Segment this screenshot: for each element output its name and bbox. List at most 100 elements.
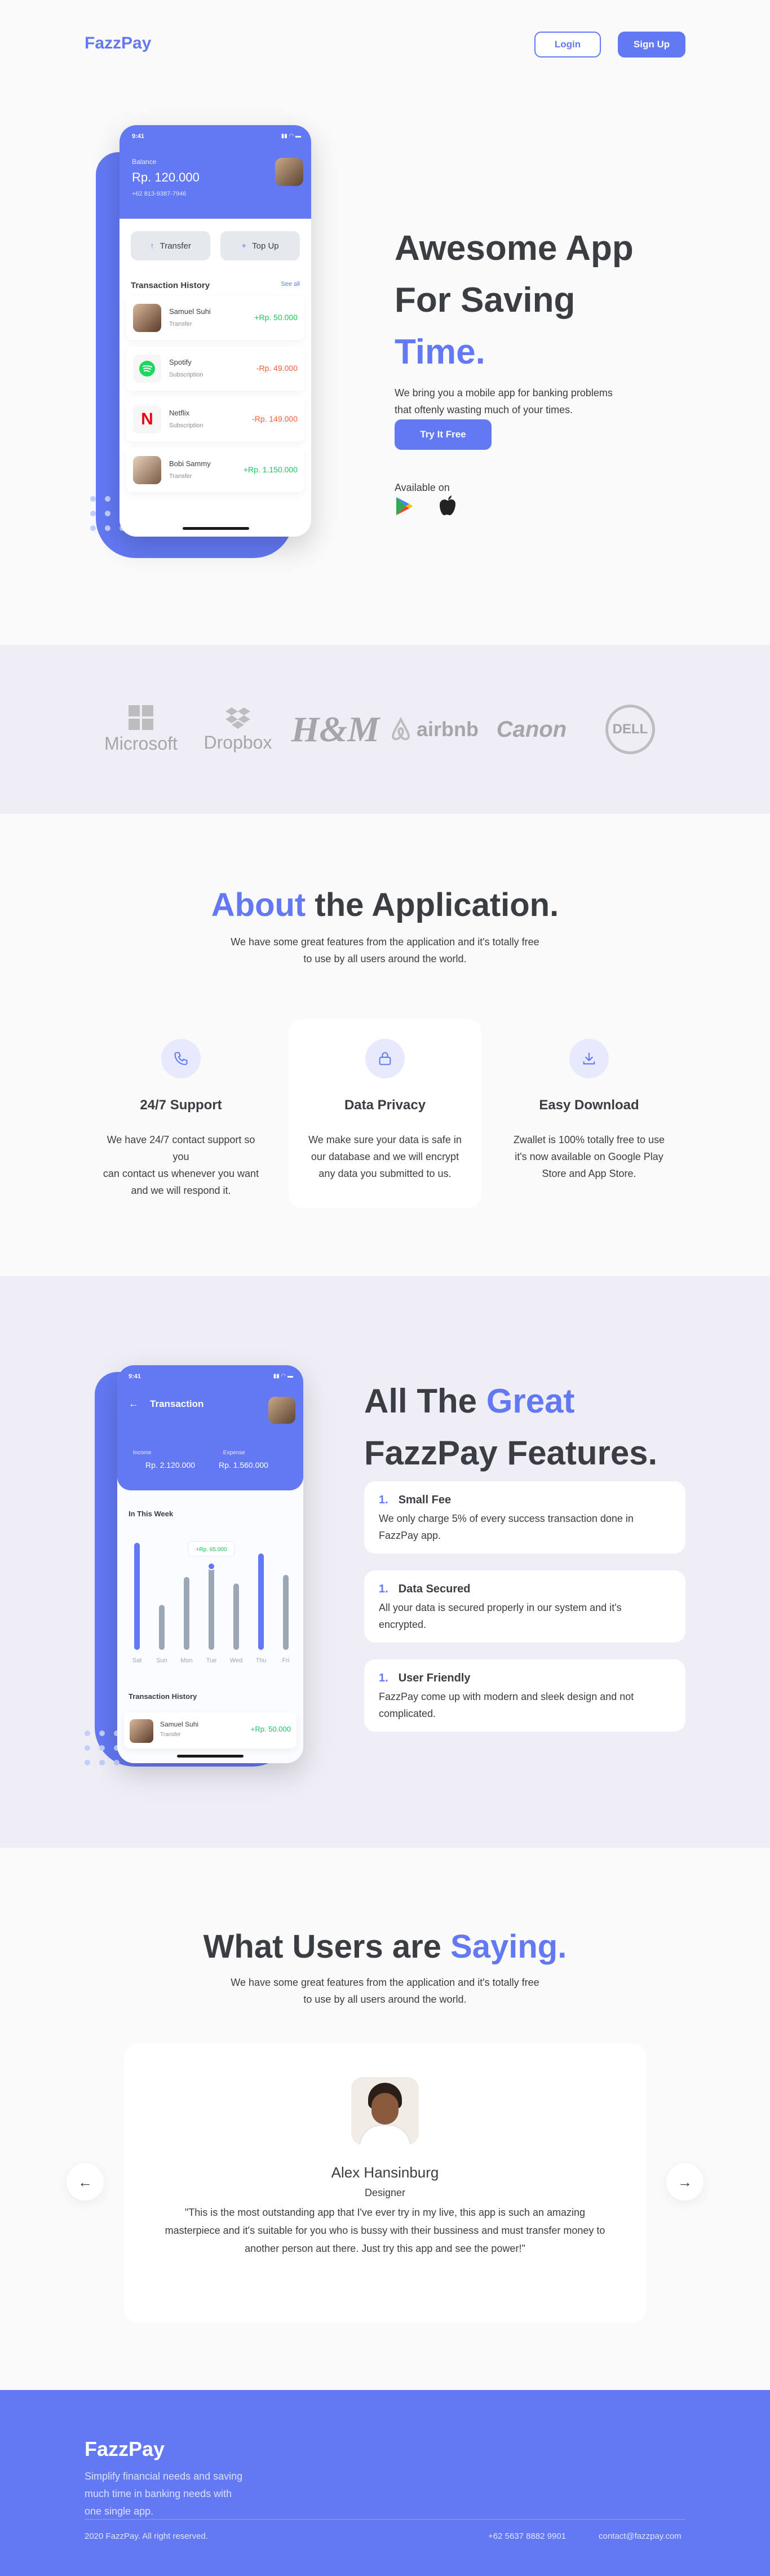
airbnb-logo: airbnb xyxy=(389,645,479,814)
about-title: About the Application. xyxy=(211,887,559,923)
signup-button[interactable]: Sign Up xyxy=(618,32,685,57)
history-title: Transaction History xyxy=(129,1692,197,1701)
back-arrow-icon[interactable]: ← xyxy=(129,1398,139,1410)
transaction-list: Samuel Suhi Transfer +Rp. 50.000 Spotify Sub… xyxy=(120,296,311,492)
week-label: In This Week xyxy=(129,1510,174,1518)
testimonial-card: Alex Hansinburg Designer "This is the mo… xyxy=(124,2043,646,2322)
feature-card-privacy: Data Privacy We make sure your data is s… xyxy=(289,1019,481,1208)
spotify-icon xyxy=(133,355,161,383)
avatar xyxy=(133,304,161,332)
decorative-dots xyxy=(85,1730,120,1765)
topup-button[interactable]: + Top Up xyxy=(220,231,300,260)
quick-actions: ↑ Transfer + Top Up xyxy=(120,219,311,260)
transfer-label: Transfer xyxy=(160,241,191,251)
tx-type: Transfer xyxy=(169,473,192,480)
hero-description: We bring you a mobile app for banking pr… xyxy=(395,387,613,415)
chart-bar[interactable] xyxy=(258,1553,264,1650)
google-play-icon[interactable] xyxy=(395,496,415,516)
transfer-button[interactable]: ↑ Transfer xyxy=(131,231,210,260)
chart-tick-label: Mon xyxy=(180,1657,192,1664)
chart-bar[interactable] xyxy=(233,1583,239,1650)
chart-bar[interactable] xyxy=(283,1575,289,1650)
footer-tagline: Simplify financial needs and saving much… xyxy=(85,2471,243,2517)
home-indicator xyxy=(183,527,249,530)
feature-title: Easy Download xyxy=(539,1097,639,1113)
feature-desc: We only charge 5% of every success trans… xyxy=(379,1513,634,1541)
transaction-item[interactable]: Samuel Suhi Transfer +Rp. 50.000 xyxy=(126,296,304,340)
tx-name: Samuel Suhi xyxy=(169,307,211,316)
lock-icon xyxy=(365,1039,405,1078)
transaction-item[interactable]: Spotify Subscription -Rp. 49.000 xyxy=(126,347,304,391)
chart-bar[interactable] xyxy=(134,1543,140,1650)
expense-amount: Rp. 1.560.000 xyxy=(219,1460,268,1470)
balance-label: Balance xyxy=(132,158,157,166)
hero-phone-mockup: 9:41 ▮▮ ◠ ▬ Balance Rp. 120.000 +62 813-… xyxy=(85,118,321,569)
chart-tick-label: Fri xyxy=(282,1657,290,1664)
arrow-down-icon: ↓ xyxy=(129,1450,131,1456)
tx-name: Netflix xyxy=(169,409,190,417)
arrow-up-icon: ↑ xyxy=(219,1450,222,1456)
chart-tick-label: Sat xyxy=(132,1657,142,1664)
phone-number: +62 813-9387-7946 xyxy=(132,191,187,197)
features-title: All The Great FazzPay Features. xyxy=(364,1382,658,1472)
footer-phone[interactable]: +62 5637 8882 9901 xyxy=(488,2531,566,2541)
tx-type: Transfer xyxy=(169,321,192,327)
hero-title-line1: Awesome App xyxy=(395,229,634,268)
feature-desc: Zwallet is 100% totally free to use it's… xyxy=(513,1134,665,1179)
weekly-bar-chart: Sat Sun Mon Tue +Rp. 65.000 Wed Thu Fri xyxy=(132,1541,290,1664)
tx-name: Bobi Sammy xyxy=(169,459,211,468)
testimonial-avatar xyxy=(351,2077,419,2145)
feature-desc: FazzPay come up with modern and sleek de… xyxy=(379,1691,634,1719)
tx-amount: -Rp. 49.000 xyxy=(256,364,298,373)
see-all-link[interactable]: See all xyxy=(281,281,300,290)
hero-title-accent: Time. xyxy=(395,333,485,371)
header-title: Transaction xyxy=(150,1398,204,1409)
chart-tick-label: Wed xyxy=(230,1657,242,1664)
feature-title: Small Fee xyxy=(398,1494,452,1506)
feature-title: User Friendly xyxy=(398,1672,471,1684)
testimonials-title: What Users are Saying. xyxy=(203,1928,567,1965)
transaction-item[interactable]: Samuel Suhi Transfer +Rp. 50.000 xyxy=(124,1712,297,1749)
feature-item-user-friendly: 1. User Friendly FazzPay come up with mod… xyxy=(364,1659,685,1732)
feature-desc: All your data is secured properly in our… xyxy=(379,1602,622,1630)
chart-bar[interactable] xyxy=(184,1577,189,1650)
hero-title-line2: For Saving xyxy=(395,281,576,320)
chart-bar[interactable] xyxy=(209,1566,214,1650)
apple-icon[interactable] xyxy=(439,495,459,516)
tx-amount: +Rp. 1.150.000 xyxy=(243,465,298,474)
avatar[interactable] xyxy=(275,158,303,186)
next-arrow-button[interactable]: → xyxy=(666,2163,703,2201)
chart-bar[interactable] xyxy=(159,1605,165,1650)
feature-item-data-secured: 1. Data Secured All your data is secured … xyxy=(364,1570,685,1643)
chart-highlight-dot xyxy=(207,1562,215,1570)
testimonial-role: Designer xyxy=(364,2187,406,2198)
logo[interactable]: FazzPay xyxy=(85,34,151,53)
dropbox-icon xyxy=(225,707,250,729)
transaction-item[interactable]: N Netflix Subscription -Rp. 149.000 xyxy=(126,397,304,441)
tx-name: Samuel Suhi xyxy=(160,1720,199,1728)
try-free-button[interactable]: Try It Free xyxy=(395,419,492,450)
available-on-label: Available on xyxy=(395,482,450,493)
feature-phone-mockup: 9:41 ▮▮ ◠ ▬ ← Transaction ↓ Income Rp. 2… xyxy=(79,1358,316,1798)
dell-logo: DELL xyxy=(601,645,660,814)
footer-logo[interactable]: FazzPay xyxy=(85,2437,165,2461)
feature-item-small-fee: 1. Small Fee We only charge 5% of every s… xyxy=(364,1481,685,1553)
chart-tick-label: Sun xyxy=(156,1657,167,1664)
balance-amount: Rp. 120.000 xyxy=(132,170,200,184)
plus-icon: + xyxy=(241,241,247,251)
tx-type: Transfer xyxy=(160,1732,181,1738)
transaction-item[interactable]: Bobi Sammy Transfer +Rp. 1.150.000 xyxy=(126,448,304,492)
footer-divider xyxy=(85,2519,685,2520)
airbnb-icon xyxy=(391,717,410,741)
tx-amount: +Rp. 50.000 xyxy=(254,313,298,322)
topup-label: Top Up xyxy=(252,241,279,251)
avatar[interactable] xyxy=(268,1397,295,1424)
chart-tooltip-label: +Rp. 65.000 xyxy=(196,1547,227,1553)
feature-card-support: 24/7 Support We have 24/7 contact suppor… xyxy=(85,1019,277,1208)
hero-title: Awesome App For Saving Time. xyxy=(395,223,710,378)
feature-number: 1. xyxy=(379,1583,388,1595)
tx-amount: -Rp. 149.000 xyxy=(252,414,298,423)
footer-email[interactable]: contact@fazzpay.com xyxy=(599,2531,682,2541)
login-button[interactable]: Login xyxy=(534,32,601,57)
prev-arrow-button[interactable]: ← xyxy=(67,2163,104,2201)
